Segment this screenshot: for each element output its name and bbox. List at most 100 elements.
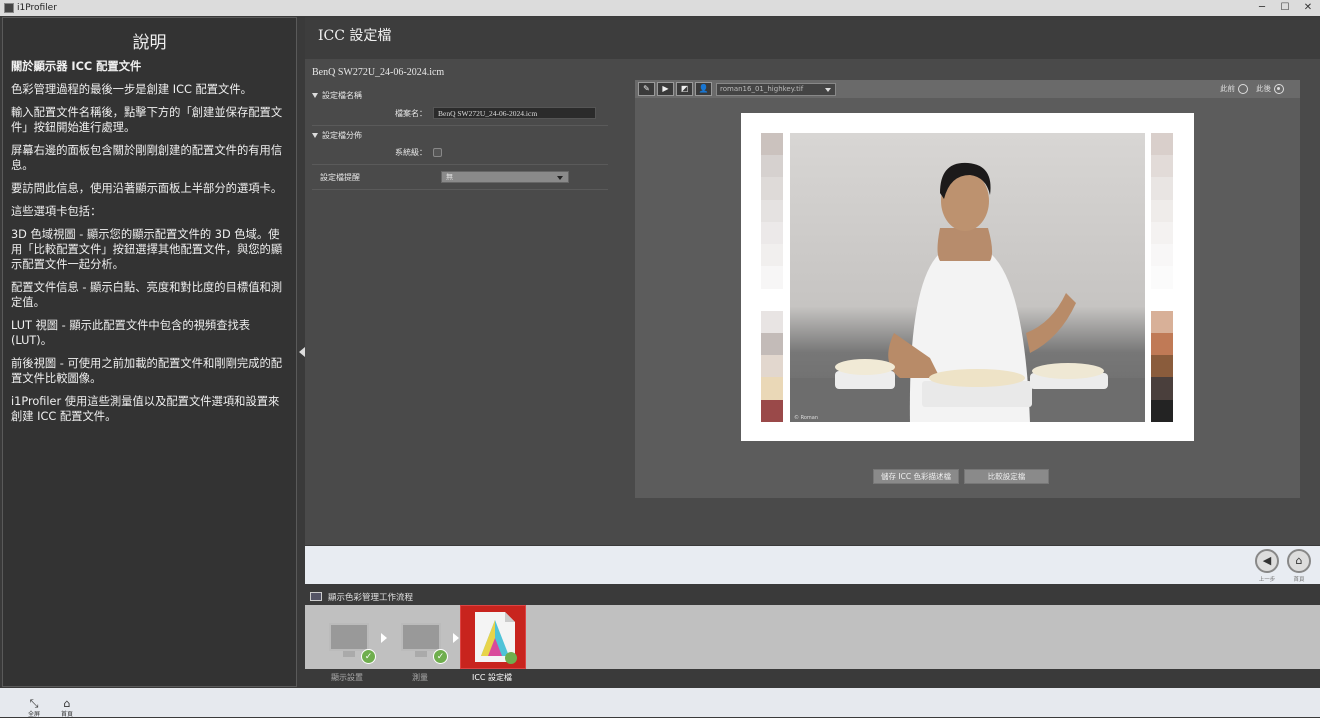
play-tool-icon[interactable]: ▶ <box>657 82 674 96</box>
section-label: 設定檔分佈 <box>322 131 362 140</box>
help-panel: 說明 關於顯示器 ICC 配置文件 色彩管理過程的最後一步是創建 ICC 配置文… <box>2 17 297 687</box>
color-swatch <box>1151 155 1173 178</box>
color-swatch <box>761 221 783 245</box>
profile-filename: BenQ SW272U_24-06-2024.icm <box>312 67 445 78</box>
step-arrow-icon <box>381 633 387 643</box>
home-icon: ⌂ <box>63 697 71 710</box>
workflow-steps: ✓ ✓ <box>305 605 1320 669</box>
back-arrow-icon[interactable]: ◀ <box>1255 549 1279 573</box>
color-swatch <box>1151 266 1173 289</box>
navigation-bar: ◀ 上一步 ⌂ 首頁 <box>305 546 1320 584</box>
color-swatch <box>1151 355 1173 378</box>
before-after-toggle: 此前 此後 <box>1220 83 1292 94</box>
before-label: 此前 <box>1220 84 1235 93</box>
section-reminder: 設定檔提醒 無 <box>312 165 608 190</box>
color-swatch <box>1151 399 1173 422</box>
image-preview-panel: ✎ ▶ ◩ 👤 roman16_01_highkey.tif 此前 此後 © R… <box>635 80 1300 498</box>
step-icc-profile[interactable] <box>460 605 526 669</box>
minimize-button[interactable]: ─ <box>1250 0 1274 16</box>
home-icon[interactable]: ⌂ <box>1287 549 1311 573</box>
close-button[interactable]: ✕ <box>1296 0 1320 16</box>
help-paragraph: 配置文件信息 - 顯示白點、亮度和對比度的目標值和測定值。 <box>11 281 283 309</box>
fullscreen-button[interactable]: ⤡ 全屏 <box>23 698 45 718</box>
home-button[interactable]: ⌂ 首頁 <box>56 698 78 718</box>
help-title: 說明 <box>132 33 167 53</box>
maximize-button[interactable]: ☐ <box>1273 0 1297 16</box>
color-swatch <box>761 310 783 333</box>
preview-toolbar: ✎ ▶ ◩ 👤 roman16_01_highkey.tif 此前 此後 <box>635 80 1300 98</box>
help-paragraph: 色彩管理過程的最後一步是創建 ICC 配置文件。 <box>11 83 252 96</box>
color-swatch <box>1151 177 1173 200</box>
preview-image-frame: © Roman <box>741 113 1194 441</box>
home-label: 首頁 <box>1293 577 1305 583</box>
color-swatch <box>1151 310 1173 333</box>
split-view-icon[interactable]: ◩ <box>676 82 693 96</box>
reminder-dropdown[interactable]: 無 <box>441 171 569 183</box>
profile-form: BenQ SW272U_24-06-2024.icm 設定檔名稱 檔案名： Be… <box>312 67 608 190</box>
title-bar: i1Profiler ─ ☐ ✕ <box>0 0 1320 16</box>
reminder-label: 設定檔提醒 <box>320 172 360 182</box>
step-display-settings[interactable]: ✓ <box>325 615 381 665</box>
section-profile-dist: 設定檔分佈 系統級： <box>312 126 608 165</box>
filename-input[interactable]: BenQ SW272U_24-06-2024.icm <box>433 107 596 119</box>
help-content: 關於顯示器 ICC 配置文件 色彩管理過程的最後一步是創建 ICC 配置文件。 … <box>3 56 296 424</box>
step-arrow-icon <box>453 633 459 643</box>
section-toggle-name[interactable]: 設定檔名稱 <box>312 90 608 101</box>
portrait-tool-icon[interactable]: 👤 <box>695 82 712 96</box>
fullscreen-icon: ⤡ <box>29 697 39 710</box>
icc-profile-icon <box>475 612 517 664</box>
color-swatch <box>761 332 783 356</box>
color-swatch <box>1151 288 1173 311</box>
step-measure[interactable]: ✓ <box>397 615 453 665</box>
workflow-title: 顯示色彩管理工作流程 <box>328 592 414 603</box>
compare-profile-button[interactable]: 比較設定檔 <box>964 469 1049 484</box>
edit-tool-icon[interactable]: ✎ <box>638 82 655 96</box>
section-profile-name: 設定檔名稱 檔案名： BenQ SW272U_24-06-2024.icm <box>312 86 608 126</box>
main-panel: ICC 設定檔 BenQ SW272U_24-06-2024.icm 設定檔名稱… <box>305 17 1320 545</box>
portrait-illustration: © Roman <box>790 162 1145 422</box>
step-label: 測量 <box>412 673 428 682</box>
save-icc-profile-button[interactable]: 儲存 ICC 色彩描述檔 <box>873 469 959 484</box>
after-radio[interactable] <box>1274 83 1284 94</box>
bottom-bar: ⤡ 全屏 ⌂ 首頁 <box>0 688 1320 718</box>
color-swatch <box>761 288 783 311</box>
color-swatch <box>1151 244 1173 267</box>
help-paragraph: 這些選項卡包括： <box>11 205 102 218</box>
workflow-labels: 顯示設置 測量 ICC 設定檔 <box>305 669 535 687</box>
section-toggle-dist[interactable]: 設定檔分佈 <box>312 130 608 141</box>
step-label: ICC 設定檔 <box>471 673 513 682</box>
help-paragraph: i1Profiler 使用這些測量值以及配置文件選項和設置來創建 ICC 配置文… <box>11 395 280 423</box>
color-swatch <box>761 177 783 200</box>
help-paragraph: 屏幕右邊的面板包含關於剛剛創建的配置文件的有用信息。 <box>11 144 283 172</box>
color-swatch <box>761 244 783 267</box>
photo-credit: © Roman <box>794 414 818 421</box>
help-heading: 關於顯示器 ICC 配置文件 <box>11 60 142 73</box>
check-icon: ✓ <box>361 649 376 664</box>
color-swatch <box>761 355 783 378</box>
color-swatch <box>1151 133 1173 156</box>
swatch-strip-right <box>1151 133 1173 422</box>
help-paragraph: 輸入配置文件名稱後，點擊下方的「創建並保存配置文件」按鈕開始進行處理。 <box>11 106 283 134</box>
display-icon <box>329 623 369 651</box>
system-level-checkbox[interactable] <box>433 148 442 157</box>
section-label: 設定檔名稱 <box>322 91 362 100</box>
color-swatch <box>761 399 783 422</box>
color-swatch <box>761 133 783 156</box>
color-swatch <box>1151 332 1173 356</box>
step-label: 顯示設置 <box>331 673 363 682</box>
monitor-icon <box>310 592 322 601</box>
workflow-header: 顯示色彩管理工作流程 <box>305 588 1320 605</box>
window-title: i1Profiler <box>17 3 57 13</box>
app-icon <box>4 3 14 13</box>
color-swatch <box>761 377 783 400</box>
before-radio[interactable] <box>1238 83 1248 94</box>
image-select-dropdown[interactable]: roman16_01_highkey.tif <box>716 82 836 96</box>
filename-label: 檔案名： <box>395 108 427 118</box>
display-icon <box>401 623 441 651</box>
help-paragraph: 3D 色域視圖 - 顯示您的顯示配置文件的 3D 色域。使用「比較配置文件」按鈕… <box>11 228 283 271</box>
check-icon: ✓ <box>433 649 448 664</box>
help-paragraph: LUT 視圖 - 顯示此配置文件中包含的視頻查找表 (LUT)。 <box>11 319 251 347</box>
help-paragraph: 前後視圖 - 可使用之前加載的配置文件和剛剛完成的配置文件比較圖像。 <box>11 357 283 385</box>
preview-photo: © Roman <box>790 133 1145 422</box>
system-level-label: 系統級： <box>395 148 427 157</box>
